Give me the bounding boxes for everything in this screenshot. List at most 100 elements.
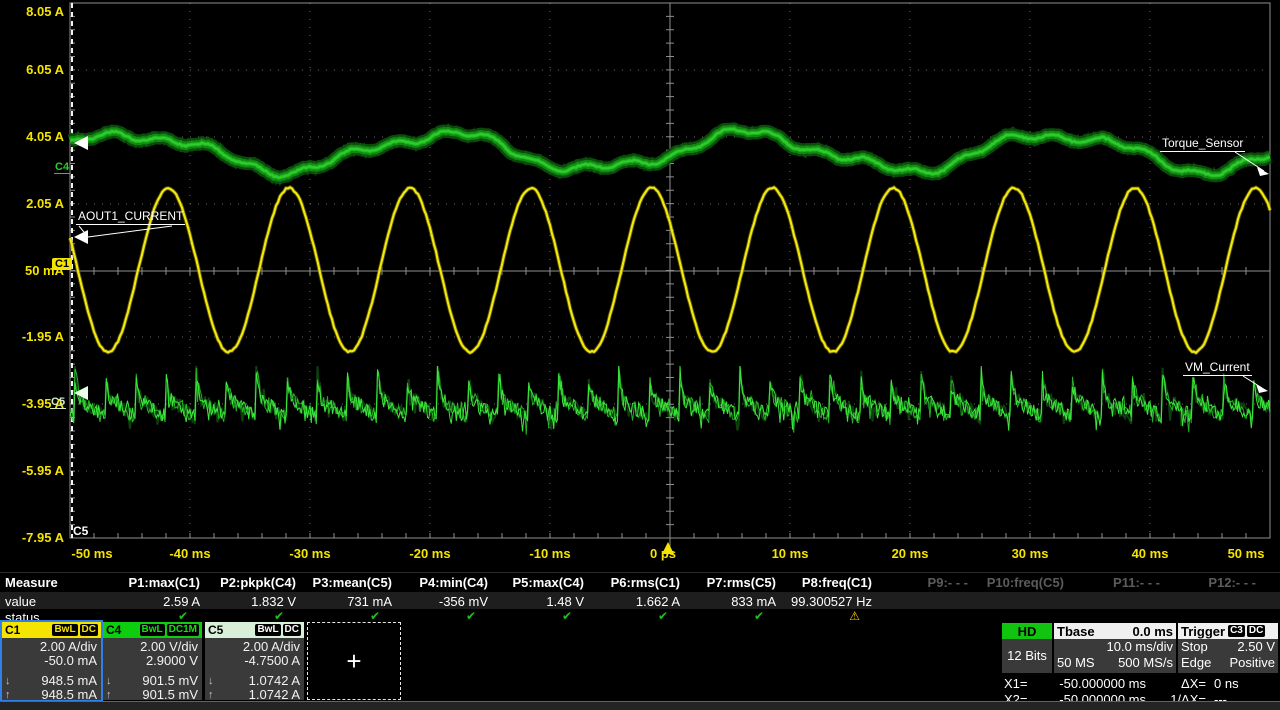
x-axis-label: 10 ms bbox=[772, 546, 809, 561]
y-axis-label: 6.05 A bbox=[0, 62, 70, 77]
status-ok-icon: ✔ bbox=[112, 609, 208, 623]
max-arrow-icon: ↑ bbox=[208, 688, 214, 702]
x-axis-label: -10 ms bbox=[529, 546, 570, 561]
measure-value: 833 mA bbox=[688, 594, 784, 609]
trigger-box[interactable]: Trigger C3 DC Stop 2.50 V Edge Positive bbox=[1178, 623, 1278, 673]
x-axis-label: 40 ms bbox=[1132, 546, 1169, 561]
measure-column-header[interactable]: P3:mean(C5) bbox=[304, 575, 400, 590]
channel-id: C5 bbox=[208, 623, 223, 637]
trigger-source-badge: C3 bbox=[1228, 625, 1245, 637]
channel-min: 901.5 mV bbox=[142, 673, 198, 688]
trigger-coupling-badge: DC bbox=[1247, 625, 1265, 637]
dx-value: 0 ns bbox=[1214, 676, 1239, 691]
x-axis-label: -40 ms bbox=[169, 546, 210, 561]
channel-scale: 2.00 V/div bbox=[103, 640, 202, 654]
dx-label: ΔX= bbox=[1154, 676, 1206, 691]
max-arrow-icon: ↑ bbox=[106, 688, 112, 702]
status-ok-icon: ✔ bbox=[304, 609, 400, 623]
measure-value: 99.300527 Hz bbox=[784, 594, 880, 609]
channel-marker-c5[interactable]: C5 bbox=[50, 396, 66, 409]
measure-column-header[interactable]: P7:rms(C5) bbox=[688, 575, 784, 590]
channel-box-c1[interactable]: C1 BwL DC 2.00 A/div -50.0 mA ↓948.5 mA … bbox=[2, 622, 101, 700]
x-axis-label: 30 ms bbox=[1012, 546, 1049, 561]
status-ok-icon: ✔ bbox=[688, 609, 784, 623]
x-axis-label: -50 ms bbox=[71, 546, 112, 561]
trigger-label: Trigger bbox=[1181, 624, 1225, 639]
measure-column-header[interactable]: P9:- - - bbox=[880, 575, 976, 590]
measure-column-header[interactable]: P8:freq(C1) bbox=[784, 575, 880, 590]
channel-max: 1.0742 A bbox=[249, 687, 300, 702]
timebase-samples: 50 MS bbox=[1057, 655, 1095, 671]
channel-box-c4[interactable]: C4 BwL DC1M 2.00 V/div 2.9000 V ↓901.5 m… bbox=[103, 622, 202, 700]
x-axis-label: 50 ms bbox=[1228, 546, 1265, 561]
y-axis-label: -1.95 A bbox=[0, 329, 70, 344]
measure-column-header[interactable]: P12:- - - bbox=[1168, 575, 1264, 590]
measure-column-header[interactable]: P10:freq(C5) bbox=[976, 575, 1072, 590]
x1-label: X1= bbox=[1004, 676, 1028, 691]
trigger-type: Edge bbox=[1181, 655, 1211, 671]
channel-id: C4 bbox=[106, 623, 121, 637]
channel-marker-c1[interactable]: C1 bbox=[52, 258, 72, 270]
x1-value: -50.000000 ms bbox=[1030, 676, 1146, 691]
y-axis-label: -7.95 A bbox=[0, 530, 70, 545]
channel-box-c5[interactable]: C5 BwL DC 2.00 A/div -4.7500 A ↓ 1.0742 A… bbox=[205, 622, 304, 700]
cursor-readout-x1: X1= -50.000000 ms ΔX= 0 ns bbox=[1004, 676, 1278, 691]
coupling-badge: DC bbox=[283, 624, 301, 636]
channel-offset: -50.0 mA bbox=[2, 654, 101, 668]
trigger-slope: Positive bbox=[1229, 655, 1275, 671]
trace-label-aout1-current[interactable]: AOUT1_CURRENT bbox=[76, 209, 185, 225]
y-axis-label: 2.05 A bbox=[0, 196, 70, 211]
trace-label-vm-current[interactable]: VM_Current bbox=[1183, 360, 1252, 376]
status-ok-icon: ✔ bbox=[592, 609, 688, 623]
status-warning-icon: ⚠ bbox=[784, 609, 880, 623]
measure-value: 2.59 A bbox=[112, 594, 208, 609]
oscilloscope-app: 8.05 A6.05 A4.05 A2.05 A50 mA-1.95 A-3.9… bbox=[0, 0, 1280, 710]
channel-min: 1.0742 A bbox=[249, 673, 300, 688]
measure-value: 731 mA bbox=[304, 594, 400, 609]
measure-value: -356 mV bbox=[400, 594, 496, 609]
trigger-level: 2.50 V bbox=[1237, 639, 1275, 655]
y-axis-label: 4.05 A bbox=[0, 129, 70, 144]
hd-bits: 12 Bits bbox=[1002, 639, 1052, 672]
y-axis-label: -5.95 A bbox=[0, 463, 70, 478]
bandwidth-limit-badge: BwL bbox=[255, 624, 280, 636]
hd-label: HD bbox=[1002, 623, 1052, 639]
min-arrow-icon: ↓ bbox=[208, 674, 214, 688]
measure-column-header[interactable]: P5:max(C4) bbox=[496, 575, 592, 590]
measure-column-header[interactable]: P6:rms(C1) bbox=[592, 575, 688, 590]
x-axis-label: 20 ms bbox=[892, 546, 929, 561]
measure-value: 1.662 A bbox=[592, 594, 688, 609]
bandwidth-limit-badge: BwL bbox=[52, 624, 77, 636]
trace-label-torque-sensor[interactable]: Torque_Sensor bbox=[1160, 136, 1245, 152]
status-ok-icon: ✔ bbox=[400, 609, 496, 623]
hd-mode-box[interactable]: HD 12 Bits bbox=[1002, 623, 1052, 673]
timebase-box[interactable]: Tbase 0.0 ms 10.0 ms/div 50 MS 500 MS/s bbox=[1054, 623, 1176, 673]
plus-icon: + bbox=[346, 648, 361, 674]
timebase-scale: 10.0 ms/div bbox=[1054, 639, 1176, 655]
x-axis-label: -30 ms bbox=[289, 546, 330, 561]
min-arrow-icon: ↓ bbox=[5, 674, 11, 688]
channel-min: 948.5 mA bbox=[41, 673, 97, 688]
add-channel-button[interactable]: + bbox=[307, 622, 401, 700]
measure-value: 1.832 V bbox=[208, 594, 304, 609]
y-axis-label: 8.05 A bbox=[0, 4, 70, 19]
channel-offset: -4.7500 A bbox=[205, 654, 304, 668]
measure-value: 1.48 V bbox=[496, 594, 592, 609]
channel-scale: 2.00 A/div bbox=[205, 640, 304, 654]
trigger-position-marker[interactable] bbox=[662, 542, 674, 554]
channel-scale: 2.00 A/div bbox=[2, 640, 101, 654]
timebase-position: 0.0 ms bbox=[1133, 624, 1173, 639]
channel-marker-c4[interactable]: C4 bbox=[54, 161, 70, 174]
status-ok-icon: ✔ bbox=[496, 609, 592, 623]
measure-column-header[interactable]: P4:min(C4) bbox=[400, 575, 496, 590]
measure-column-header[interactable]: P11:- - - bbox=[1072, 575, 1168, 590]
max-arrow-icon: ↑ bbox=[5, 688, 11, 702]
measure-row-value: value bbox=[5, 594, 36, 609]
waveform-display[interactable] bbox=[0, 0, 1280, 570]
measure-column-header[interactable]: P1:max(C1) bbox=[112, 575, 208, 590]
measure-table: Measure value status P1:max(C1)2.59 A✔P2… bbox=[0, 572, 1280, 623]
measure-column-header[interactable]: P2:pkpk(C4) bbox=[208, 575, 304, 590]
timebase-rate: 500 MS/s bbox=[1118, 655, 1173, 671]
timebase-label: Tbase bbox=[1057, 624, 1095, 639]
bandwidth-limit-badge: BwL bbox=[140, 624, 165, 636]
